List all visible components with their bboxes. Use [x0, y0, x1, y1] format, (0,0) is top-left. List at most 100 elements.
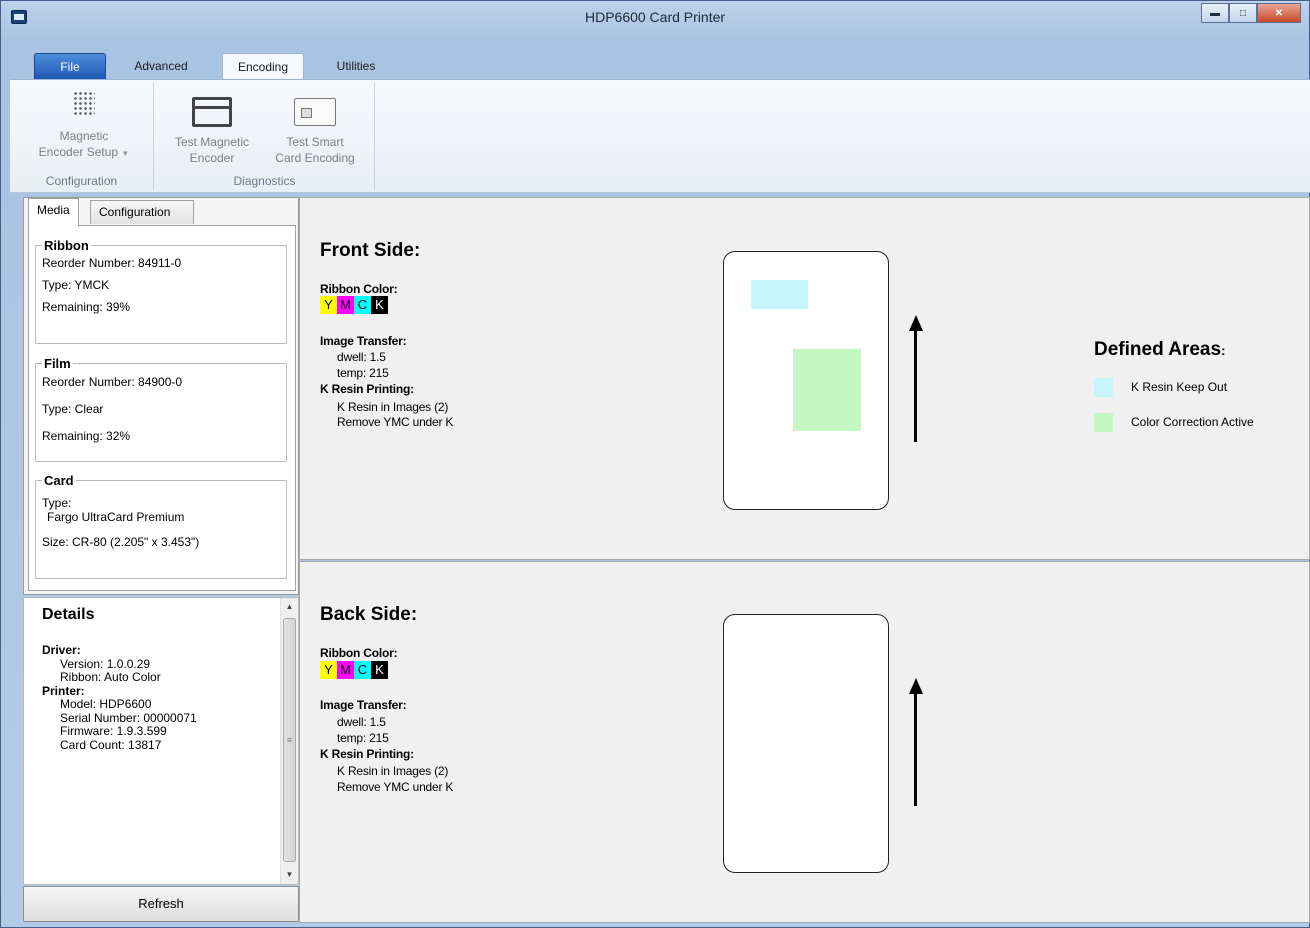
back-k-resin-label: K Resin Printing:	[320, 747, 414, 761]
dropdown-caret-icon: ▼	[121, 149, 130, 158]
printer-serial: Serial Number: 00000071	[60, 710, 197, 725]
details-title: Details	[42, 606, 95, 623]
window-title: HDP6600 Card Printer	[584, 9, 726, 25]
chip-cyan: C	[354, 296, 371, 314]
card-type-label: Type:	[42, 496, 72, 510]
tab-configuration[interactable]: Configuration	[90, 200, 194, 224]
test-smart-label-2: Card Encoding	[275, 151, 355, 165]
printer-model: Model: HDP6600	[60, 697, 152, 711]
group-configuration: Magnetic Encoder Setup ▼ Configuration	[10, 83, 154, 190]
back-side-panel: Back Side: Ribbon Color: Y M C K Image T…	[299, 561, 1310, 923]
front-temp: temp: 215	[337, 366, 389, 380]
tab-encoding[interactable]: Encoding	[222, 53, 304, 79]
scroll-down-arrow-icon[interactable]: ▼	[281, 866, 298, 884]
test-smart-label-1: Test Smart	[286, 135, 344, 149]
magnetic-encoder-setup-button[interactable]: Magnetic Encoder Setup ▼	[16, 89, 152, 162]
legend-color-correction: Color Correction Active	[1131, 415, 1254, 429]
front-image-transfer-label: Image Transfer:	[320, 334, 407, 348]
chip-yellow: Y	[320, 661, 337, 679]
chip-cyan: C	[354, 661, 371, 679]
front-card-preview	[723, 251, 889, 510]
front-side-panel: Front Side: Ribbon Color: Y M C K Image …	[299, 197, 1310, 560]
ribbon-group: Ribbon Reorder Number: 84911-0 Type: YMC…	[35, 238, 287, 344]
defined-areas-title-text: Defined Areas	[1094, 339, 1222, 360]
driver-label: Driver:	[42, 643, 81, 657]
card-group: Card Type: Fargo UltraCard Premium Size:…	[35, 473, 287, 579]
front-ribbon-color-label: Ribbon Color:	[320, 282, 398, 296]
media-tab-page: Ribbon Reorder Number: 84911-0 Type: YMC…	[28, 225, 296, 591]
back-ribbon-color-label: Ribbon Color:	[320, 646, 398, 660]
test-magnetic-label-2: Encoder	[189, 151, 235, 165]
title-bar[interactable]: HDP6600 Card Printer ▬ □ ✕	[1, 1, 1309, 33]
back-feed-direction-arrow-icon	[909, 678, 923, 806]
minimize-button[interactable]: ▬	[1201, 3, 1229, 23]
maximize-button[interactable]: □	[1229, 3, 1257, 23]
ribbon-body: Magnetic Encoder Setup ▼ Configuration T…	[10, 79, 1310, 193]
magnetic-encoder-setup-label-2: Encoder Setup	[38, 145, 119, 159]
front-ribbon-chips: Y M C K	[320, 296, 388, 314]
ribbon-tabs: File Advanced Encoding Utilities	[10, 53, 1310, 80]
color-correction-area	[793, 349, 861, 431]
group-diagnostics: Test Magnetic Encoder Test Smart Card En…	[155, 83, 375, 190]
scroll-thumb[interactable]: ≡	[283, 618, 296, 862]
ribbon-type: Type: YMCK	[42, 278, 110, 292]
app-window: HDP6600 Card Printer ▬ □ ✕ File Advanced…	[0, 0, 1310, 928]
back-image-transfer-label: Image Transfer:	[320, 698, 407, 712]
tab-media[interactable]: Media	[28, 198, 79, 226]
group-diagnostics-label: Diagnostics	[233, 174, 296, 188]
front-dwell: dwell: 1.5	[337, 350, 386, 364]
magnetic-card-icon	[192, 97, 232, 127]
back-dwell: dwell: 1.5	[337, 715, 386, 729]
maximize-icon: □	[1239, 7, 1247, 19]
back-remove-ymc: Remove YMC under K	[337, 780, 454, 794]
back-temp: temp: 215	[337, 731, 389, 745]
details-body: Driver: Version: 1.0.0.29 Ribbon: Auto C…	[42, 643, 197, 752]
back-ribbon-chips: Y M C K	[320, 661, 388, 679]
close-icon: ✕	[1274, 7, 1284, 19]
tab-advanced[interactable]: Advanced	[122, 53, 200, 79]
group-configuration-label: Configuration	[45, 174, 118, 188]
refresh-button[interactable]: Refresh	[23, 886, 299, 922]
tab-file[interactable]: File	[34, 53, 106, 79]
film-reorder: Reorder Number: 84900-0	[42, 375, 183, 389]
film-type: Type: Clear	[42, 402, 104, 416]
driver-ribbon: Ribbon: Auto Color	[60, 670, 161, 684]
chip-magenta: M	[337, 661, 354, 679]
chip-black: K	[371, 296, 388, 314]
back-card-preview	[723, 614, 889, 873]
front-feed-direction-arrow-icon	[909, 315, 923, 442]
chip-black: K	[371, 661, 388, 679]
film-legend: Film	[44, 356, 71, 371]
test-smart-card-button[interactable]: Test Smart Card Encoding	[263, 89, 367, 166]
tab-utilities[interactable]: Utilities	[320, 53, 392, 79]
details-scrollbar[interactable]: ▲ ≡ ▼	[280, 598, 298, 884]
legend-swatch-k-resin-keep-out	[1094, 378, 1113, 397]
driver-version: Version: 1.0.0.29	[60, 656, 151, 671]
test-magnetic-encoder-button[interactable]: Test Magnetic Encoder	[163, 89, 261, 166]
back-side-title: Back Side:	[320, 604, 418, 625]
printer-firmware: Firmware: 1.9.3.599	[60, 724, 167, 738]
printer-label: Printer:	[42, 683, 85, 698]
scroll-up-arrow-icon[interactable]: ▲	[281, 598, 298, 616]
ribbon-remaining: Remaining: 39%	[42, 300, 131, 314]
details-panel[interactable]: Details Driver: Version: 1.0.0.29 Ribbon…	[23, 597, 299, 885]
encoder-keypad-icon	[71, 89, 97, 119]
media-panel: Media Configuration Ribbon Reorder Numbe…	[23, 197, 299, 595]
grip-icon: ≡	[286, 735, 293, 745]
front-side-title: Front Side:	[320, 240, 421, 261]
front-k-resin-label: K Resin Printing:	[320, 382, 414, 396]
front-k-resin-images: K Resin in Images (2)	[337, 400, 449, 414]
minimize-icon: ▬	[1210, 7, 1220, 19]
window-controls: ▬ □ ✕	[1201, 3, 1301, 23]
smart-card-icon	[294, 98, 336, 126]
card-size: Size: CR-80 (2.205" x 3.453")	[42, 535, 200, 549]
test-magnetic-label-1: Test Magnetic	[174, 135, 250, 149]
legend-swatch-color-correction	[1094, 413, 1113, 432]
film-remaining: Remaining: 32%	[42, 429, 131, 443]
front-remove-ymc: Remove YMC under K	[337, 415, 454, 429]
close-button[interactable]: ✕	[1257, 3, 1301, 23]
magnetic-encoder-setup-label-1: Magnetic	[59, 129, 109, 143]
chip-magenta: M	[337, 296, 354, 314]
back-k-resin-images: K Resin in Images (2)	[337, 764, 449, 778]
printer-card-count: Card Count: 13817	[60, 737, 162, 752]
